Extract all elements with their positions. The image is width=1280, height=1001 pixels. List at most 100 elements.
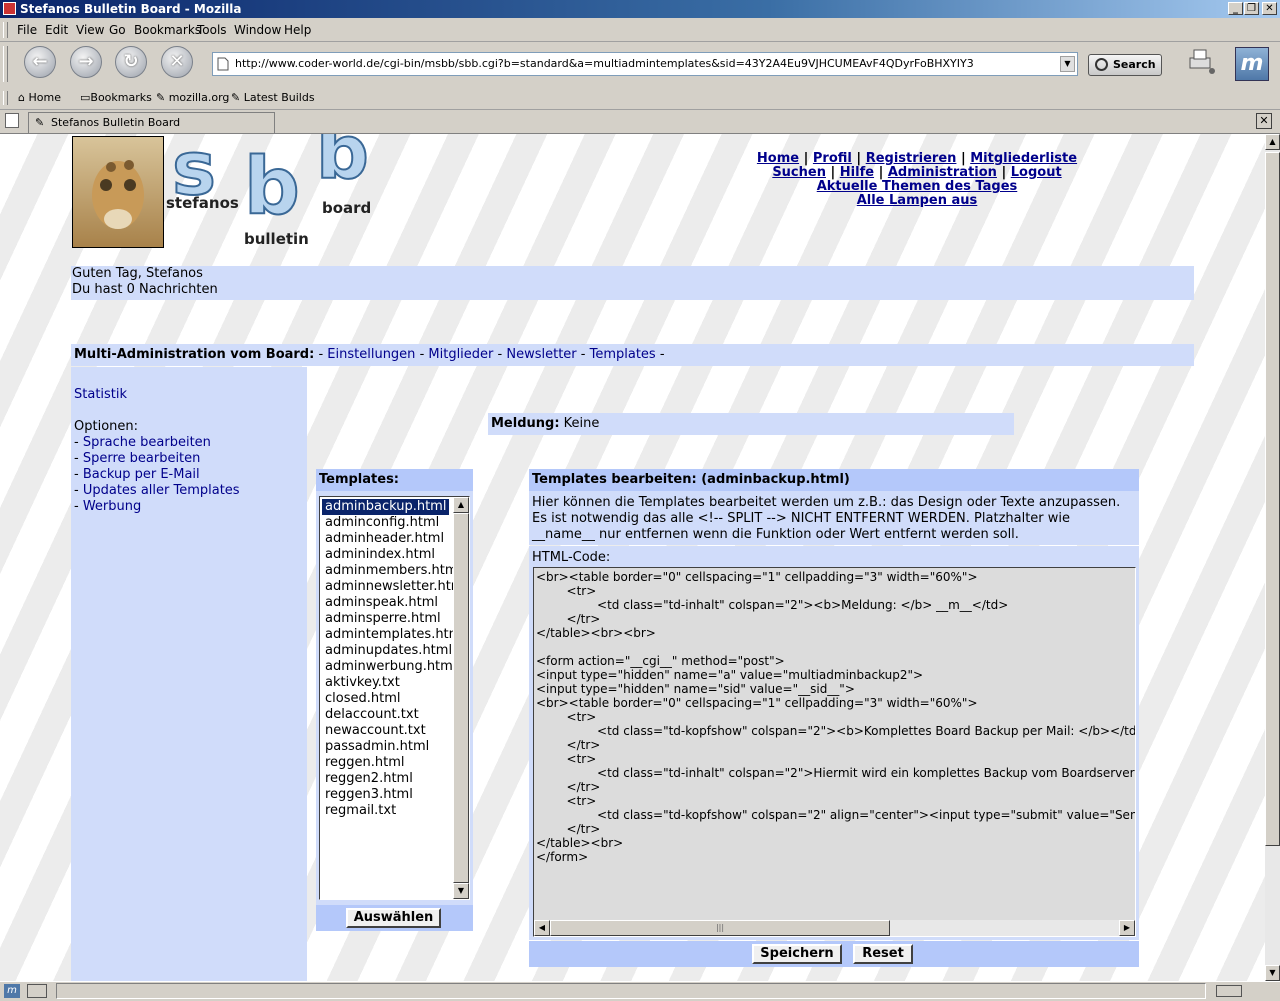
- status-message-panel: Meldung: Keine: [488, 413, 1014, 435]
- sidebar-link-statistik[interactable]: Statistik: [74, 387, 127, 402]
- link-administration[interactable]: Administration: [888, 165, 997, 180]
- mozilla-icon[interactable]: m: [4, 984, 20, 998]
- url-text[interactable]: http://www.coder-world.de/cgi-bin/msbb/s…: [235, 53, 974, 75]
- menu-view[interactable]: View: [76, 23, 104, 37]
- template-list-item[interactable]: aktivkey.txt: [322, 675, 403, 691]
- sidebar-link-sprache[interactable]: Sprache bearbeiten: [83, 435, 211, 450]
- page-icon: [217, 57, 229, 71]
- link-profil[interactable]: Profil: [813, 151, 852, 166]
- url-dropdown-arrow-icon[interactable]: ▼: [1060, 56, 1075, 72]
- stop-button[interactable]: ✕: [161, 46, 193, 78]
- admin-link-templates[interactable]: Templates: [590, 347, 656, 362]
- scroll-down-icon[interactable]: ▼: [453, 883, 469, 899]
- link-mitgliederliste[interactable]: Mitgliederliste: [970, 151, 1077, 166]
- template-list-item[interactable]: adminheader.html: [322, 531, 447, 547]
- template-list-item[interactable]: adminconfig.html: [322, 515, 442, 531]
- scroll-left-icon[interactable]: ◀: [534, 920, 550, 936]
- template-list-item[interactable]: adminupdates.html: [322, 643, 455, 659]
- tab-stefanos-bulletin-board[interactable]: ✎ Stefanos Bulletin Board: [28, 112, 275, 133]
- sidebar-link-backup[interactable]: Backup per E-Mail: [83, 467, 200, 482]
- admin-link-newsletter[interactable]: Newsletter: [506, 347, 576, 362]
- template-list-item[interactable]: admintemplates.html: [322, 627, 468, 643]
- close-window-button[interactable]: ✕: [1262, 2, 1277, 15]
- logo-word-board: board: [322, 199, 372, 217]
- link-registrieren[interactable]: Registrieren: [866, 151, 957, 166]
- bookmark-bookmarks[interactable]: ▭Bookmarks: [80, 91, 152, 104]
- folder-icon: ▭: [80, 91, 91, 104]
- page-scrollbar[interactable]: ▲ ▼: [1265, 134, 1280, 981]
- scroll-up-icon[interactable]: ▲: [1265, 134, 1280, 150]
- template-list-item[interactable]: reggen3.html: [322, 787, 416, 803]
- link-hilfe[interactable]: Hilfe: [840, 165, 874, 180]
- sidebar-link-updates[interactable]: Updates aller Templates: [83, 483, 240, 498]
- search-icon: [1095, 58, 1108, 71]
- templates-listbox[interactable]: adminbackup.html adminconfig.html adminhea…: [319, 496, 470, 900]
- reload-button[interactable]: ↻: [115, 46, 147, 78]
- reset-button[interactable]: Reset: [853, 944, 913, 964]
- menu-go[interactable]: Go: [109, 23, 126, 37]
- template-list-item[interactable]: reggen2.html: [322, 771, 416, 787]
- bookmark-home[interactable]: ⌂ Home: [18, 91, 61, 104]
- toolbar-grip: [3, 46, 8, 82]
- toolbar-grip: [3, 22, 8, 38]
- minimize-button[interactable]: _: [1228, 2, 1243, 15]
- template-list-item[interactable]: adminspeak.html: [322, 595, 441, 611]
- save-button[interactable]: Speichern: [752, 944, 842, 964]
- print-icon[interactable]: [1186, 46, 1216, 76]
- template-list-item[interactable]: adminnewsletter.html: [322, 579, 469, 595]
- template-list-item[interactable]: adminwerbung.html: [322, 659, 459, 675]
- back-button[interactable]: ←: [24, 46, 56, 78]
- admin-link-mitglieder[interactable]: Mitglieder: [428, 347, 493, 362]
- link-aktuelle-themen[interactable]: Aktuelle Themen des Tages: [817, 179, 1018, 194]
- code-horizontal-scrollbar[interactable]: ◀ ||| ▶: [534, 920, 1135, 936]
- menu-help[interactable]: Help: [284, 23, 311, 37]
- window-title-bar: Stefanos Bulletin Board - Mozilla _ ❐ ✕: [0, 0, 1280, 18]
- template-list-item[interactable]: adminmembers.html: [322, 563, 464, 579]
- link-alle-lampen-aus[interactable]: Alle Lampen aus: [857, 193, 978, 208]
- scroll-up-icon[interactable]: ▲: [453, 497, 469, 513]
- menu-bookmarks[interactable]: Bookmarks: [134, 23, 201, 37]
- template-list-item[interactable]: adminindex.html: [322, 547, 438, 563]
- online-status-icon[interactable]: [1216, 985, 1242, 997]
- menu-edit[interactable]: Edit: [45, 23, 68, 37]
- mozilla-throbber-icon[interactable]: m: [1235, 47, 1269, 81]
- template-list-item[interactable]: passadmin.html: [322, 739, 432, 755]
- new-tab-icon[interactable]: [5, 113, 19, 128]
- menu-window[interactable]: Window: [234, 23, 281, 37]
- template-list-item[interactable]: newaccount.txt: [322, 723, 429, 739]
- template-list-item[interactable]: delaccount.txt: [322, 707, 422, 723]
- select-template-button[interactable]: Auswählen: [346, 908, 441, 928]
- url-bar[interactable]: http://www.coder-world.de/cgi-bin/msbb/s…: [212, 52, 1078, 76]
- templates-list-scrollbar[interactable]: ▲ ▼: [453, 497, 469, 899]
- sidebar-link-sperre[interactable]: Sperre bearbeiten: [83, 451, 201, 466]
- scroll-thumb[interactable]: |||: [550, 920, 890, 936]
- link-logout[interactable]: Logout: [1011, 165, 1062, 180]
- menu-tools[interactable]: Tools: [197, 23, 227, 37]
- menu-file[interactable]: File: [17, 23, 37, 37]
- forward-button[interactable]: →: [70, 46, 102, 78]
- restore-button[interactable]: ❐: [1244, 2, 1259, 15]
- close-tab-icon[interactable]: ✕: [1256, 113, 1272, 129]
- sidebar: Statistik Optionen: - Sprache bearbeiten…: [71, 367, 307, 981]
- scroll-thumb[interactable]: [453, 513, 469, 883]
- html-code-content[interactable]: <br><table border="0" cellspacing="1" ce…: [536, 570, 1135, 864]
- bookmark-latest-builds[interactable]: ✎ Latest Builds: [231, 91, 315, 104]
- search-button[interactable]: Search: [1088, 54, 1162, 76]
- template-list-item[interactable]: reggen.html: [322, 755, 408, 771]
- bookmarks-toolbar: ⌂ Home ▭Bookmarks ✎ mozilla.org ✎ Latest…: [0, 88, 1280, 110]
- link-suchen[interactable]: Suchen: [772, 165, 826, 180]
- scroll-down-icon[interactable]: ▼: [1265, 965, 1280, 981]
- template-list-item[interactable]: adminsperre.html: [322, 611, 444, 627]
- template-list-item[interactable]: regmail.txt: [322, 803, 399, 819]
- scroll-thumb[interactable]: [1265, 152, 1280, 846]
- sidebar-link-werbung[interactable]: Werbung: [83, 499, 141, 514]
- toolbar-grip: [3, 91, 8, 105]
- link-home[interactable]: Home: [757, 151, 799, 166]
- template-list-item[interactable]: adminbackup.html: [322, 499, 450, 515]
- scroll-right-icon[interactable]: ▶: [1119, 920, 1135, 936]
- bookmark-mozilla-org[interactable]: ✎ mozilla.org: [156, 91, 229, 104]
- admin-link-einstellungen[interactable]: Einstellungen: [327, 347, 415, 362]
- component-bar-icon[interactable]: [27, 984, 47, 998]
- html-code-textarea[interactable]: <br><table border="0" cellspacing="1" ce…: [533, 567, 1136, 937]
- template-list-item[interactable]: closed.html: [322, 691, 403, 707]
